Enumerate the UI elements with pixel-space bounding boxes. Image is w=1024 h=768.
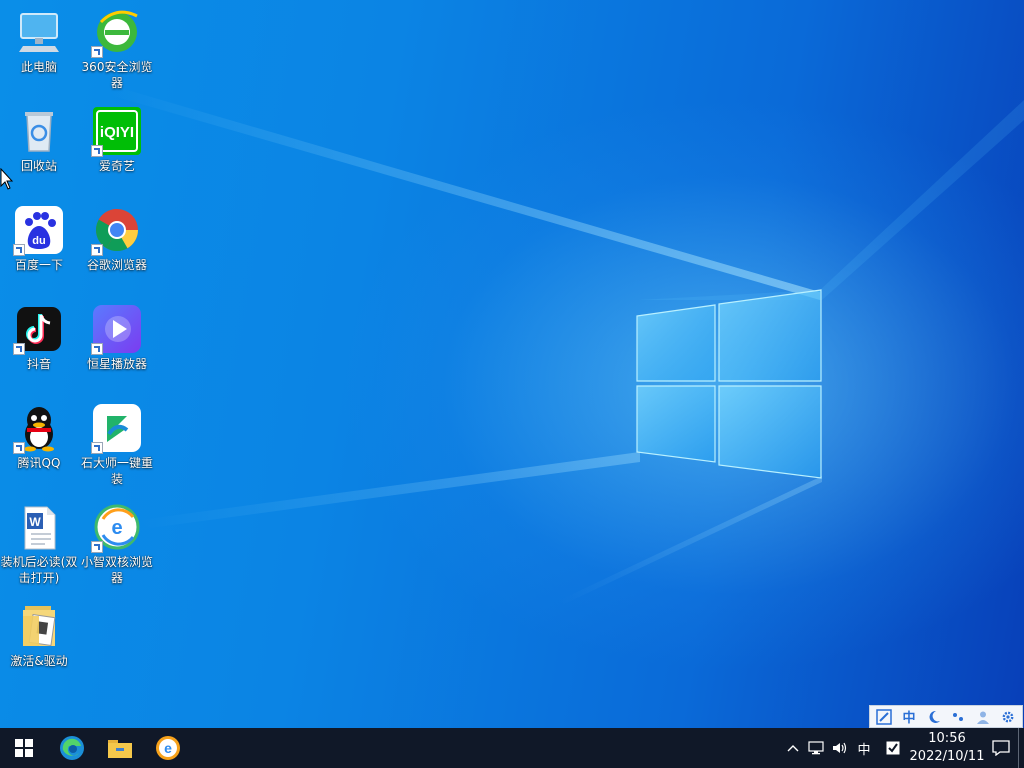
desktop-icon-360-browser[interactable]: 360安全浏览器 xyxy=(78,8,156,91)
security-center-button[interactable] xyxy=(876,728,910,768)
taskbar-file-explorer-button[interactable] xyxy=(96,728,144,768)
show-hidden-icons-button[interactable] xyxy=(782,728,804,768)
start-icon xyxy=(15,739,33,757)
action-center-button[interactable] xyxy=(984,728,1018,768)
desktop-icon-douyin[interactable]: 抖音 xyxy=(0,305,78,372)
ime-toolbar[interactable]: 中 xyxy=(869,705,1023,728)
desktop-icon-iqiyi[interactable]: iQIYI 爱奇艺 xyxy=(78,107,156,174)
volume-icon xyxy=(833,742,847,754)
taskbar-edge-button[interactable] xyxy=(48,728,96,768)
desktop-icon-activation-folder[interactable]: 激活&驱动 xyxy=(0,602,78,669)
desktop-icon-video-player[interactable]: 恒星播放器 xyxy=(78,305,156,372)
clock[interactable]: 10:56 2022/10/11 xyxy=(909,728,985,768)
shortcut-arrow-icon xyxy=(91,442,103,454)
desktop-icon-label: 抖音 xyxy=(26,357,51,371)
shortcut-arrow-icon xyxy=(91,46,103,58)
notification-icon xyxy=(992,740,1010,756)
svg-text:e: e xyxy=(164,740,172,756)
network-icon xyxy=(808,741,824,755)
computer-icon xyxy=(15,8,63,56)
chinese-mode-icon[interactable]: 中 xyxy=(899,708,919,726)
reinstall-tool-icon xyxy=(91,404,141,454)
shortcut-arrow-icon xyxy=(91,145,103,157)
desktop-icon-baidu[interactable]: du 百度一下 xyxy=(0,206,78,273)
taskbar: e 中 10:56 2022/10/11 xyxy=(0,728,1024,768)
volume-button[interactable] xyxy=(828,728,852,768)
clock-date: 2022/10/11 xyxy=(909,749,985,764)
desktop[interactable]: 此电脑 回收站 du 百度一下 抖音 腾讯QQ W 装机后必读(双击打开) 激活… xyxy=(0,0,1024,728)
shortcut-arrow-icon xyxy=(91,541,103,553)
punctuation-icon[interactable] xyxy=(948,708,968,726)
shortcut-arrow-icon xyxy=(91,343,103,355)
mouse-cursor-icon xyxy=(0,168,14,190)
douyin-icon xyxy=(13,305,63,355)
desktop-icon-xiaozhi-browser[interactable]: e 小智双核浏览器 xyxy=(78,503,156,586)
desktop-icon-label: 爱奇艺 xyxy=(98,159,135,173)
input-method-indicator[interactable]: 中 xyxy=(852,728,876,768)
half-width-icon[interactable] xyxy=(924,708,944,726)
baidu-logo-text: du xyxy=(32,235,45,247)
folder-icon xyxy=(15,602,63,650)
show-desktop-button[interactable] xyxy=(1018,728,1024,768)
desktop-icon-label: 激活&驱动 xyxy=(10,654,68,668)
baidu-icon: du xyxy=(13,206,63,256)
desktop-icon-recycle-bin[interactable]: 回收站 xyxy=(0,107,78,174)
desktop-icon-readme-doc[interactable]: W 装机后必读(双击打开) xyxy=(0,503,78,586)
iqiyi-logo-text: iQIYI xyxy=(100,124,134,141)
checkbox-shield-icon xyxy=(886,741,900,755)
video-player-icon xyxy=(91,305,141,355)
shortcut-arrow-icon xyxy=(13,442,25,454)
desktop-icon-label: 腾讯QQ xyxy=(17,456,61,470)
settings-icon[interactable] xyxy=(998,708,1018,726)
desktop-icon-label: 装机后必读(双击打开) xyxy=(0,555,78,585)
desktop-icon-label: 石大师一键重装 xyxy=(80,456,153,486)
browser-icon: e xyxy=(156,736,180,760)
desktop-icon-label: 恒星播放器 xyxy=(86,357,147,371)
edge-icon xyxy=(60,736,84,760)
desktop-icon-this-pc[interactable]: 此电脑 xyxy=(0,8,78,75)
desktop-icon-label: 百度一下 xyxy=(14,258,63,272)
svg-text:W: W xyxy=(29,515,41,529)
chevron-up-icon xyxy=(787,745,799,752)
start-button[interactable] xyxy=(0,728,48,768)
desktop-icon-label: 此电脑 xyxy=(20,60,57,74)
desktop-icon-reinstall-tool[interactable]: 石大师一键重装 xyxy=(78,404,156,487)
chrome-icon xyxy=(91,206,141,256)
360-browser-icon xyxy=(91,8,141,58)
system-tray: 中 10:56 2022/10/11 xyxy=(782,728,1024,768)
shortcut-arrow-icon xyxy=(13,343,25,355)
xiaozhi-browser-icon: e xyxy=(91,503,141,553)
desktop-icon-label: 小智双核浏览器 xyxy=(80,555,153,585)
word-document-icon: W xyxy=(15,503,63,551)
network-button[interactable] xyxy=(804,728,828,768)
shortcut-arrow-icon xyxy=(91,244,103,256)
qq-icon xyxy=(13,404,63,454)
clock-time: 10:56 xyxy=(928,731,966,746)
file-explorer-icon xyxy=(108,740,132,758)
desktop-icon-chrome[interactable]: 谷歌浏览器 xyxy=(78,206,156,273)
recycle-bin-icon xyxy=(15,107,63,155)
ime-logo-icon[interactable] xyxy=(874,708,894,726)
svg-text:e: e xyxy=(111,517,122,539)
desktop-icon-label: 谷歌浏览器 xyxy=(86,258,147,272)
desktop-icon-label: 360安全浏览器 xyxy=(81,60,153,90)
shortcut-arrow-icon xyxy=(13,244,25,256)
iqiyi-icon: iQIYI xyxy=(91,107,141,157)
taskbar-browser-button[interactable]: e xyxy=(144,728,192,768)
desktop-icon-qq[interactable]: 腾讯QQ xyxy=(0,404,78,471)
user-icon[interactable] xyxy=(973,708,993,726)
